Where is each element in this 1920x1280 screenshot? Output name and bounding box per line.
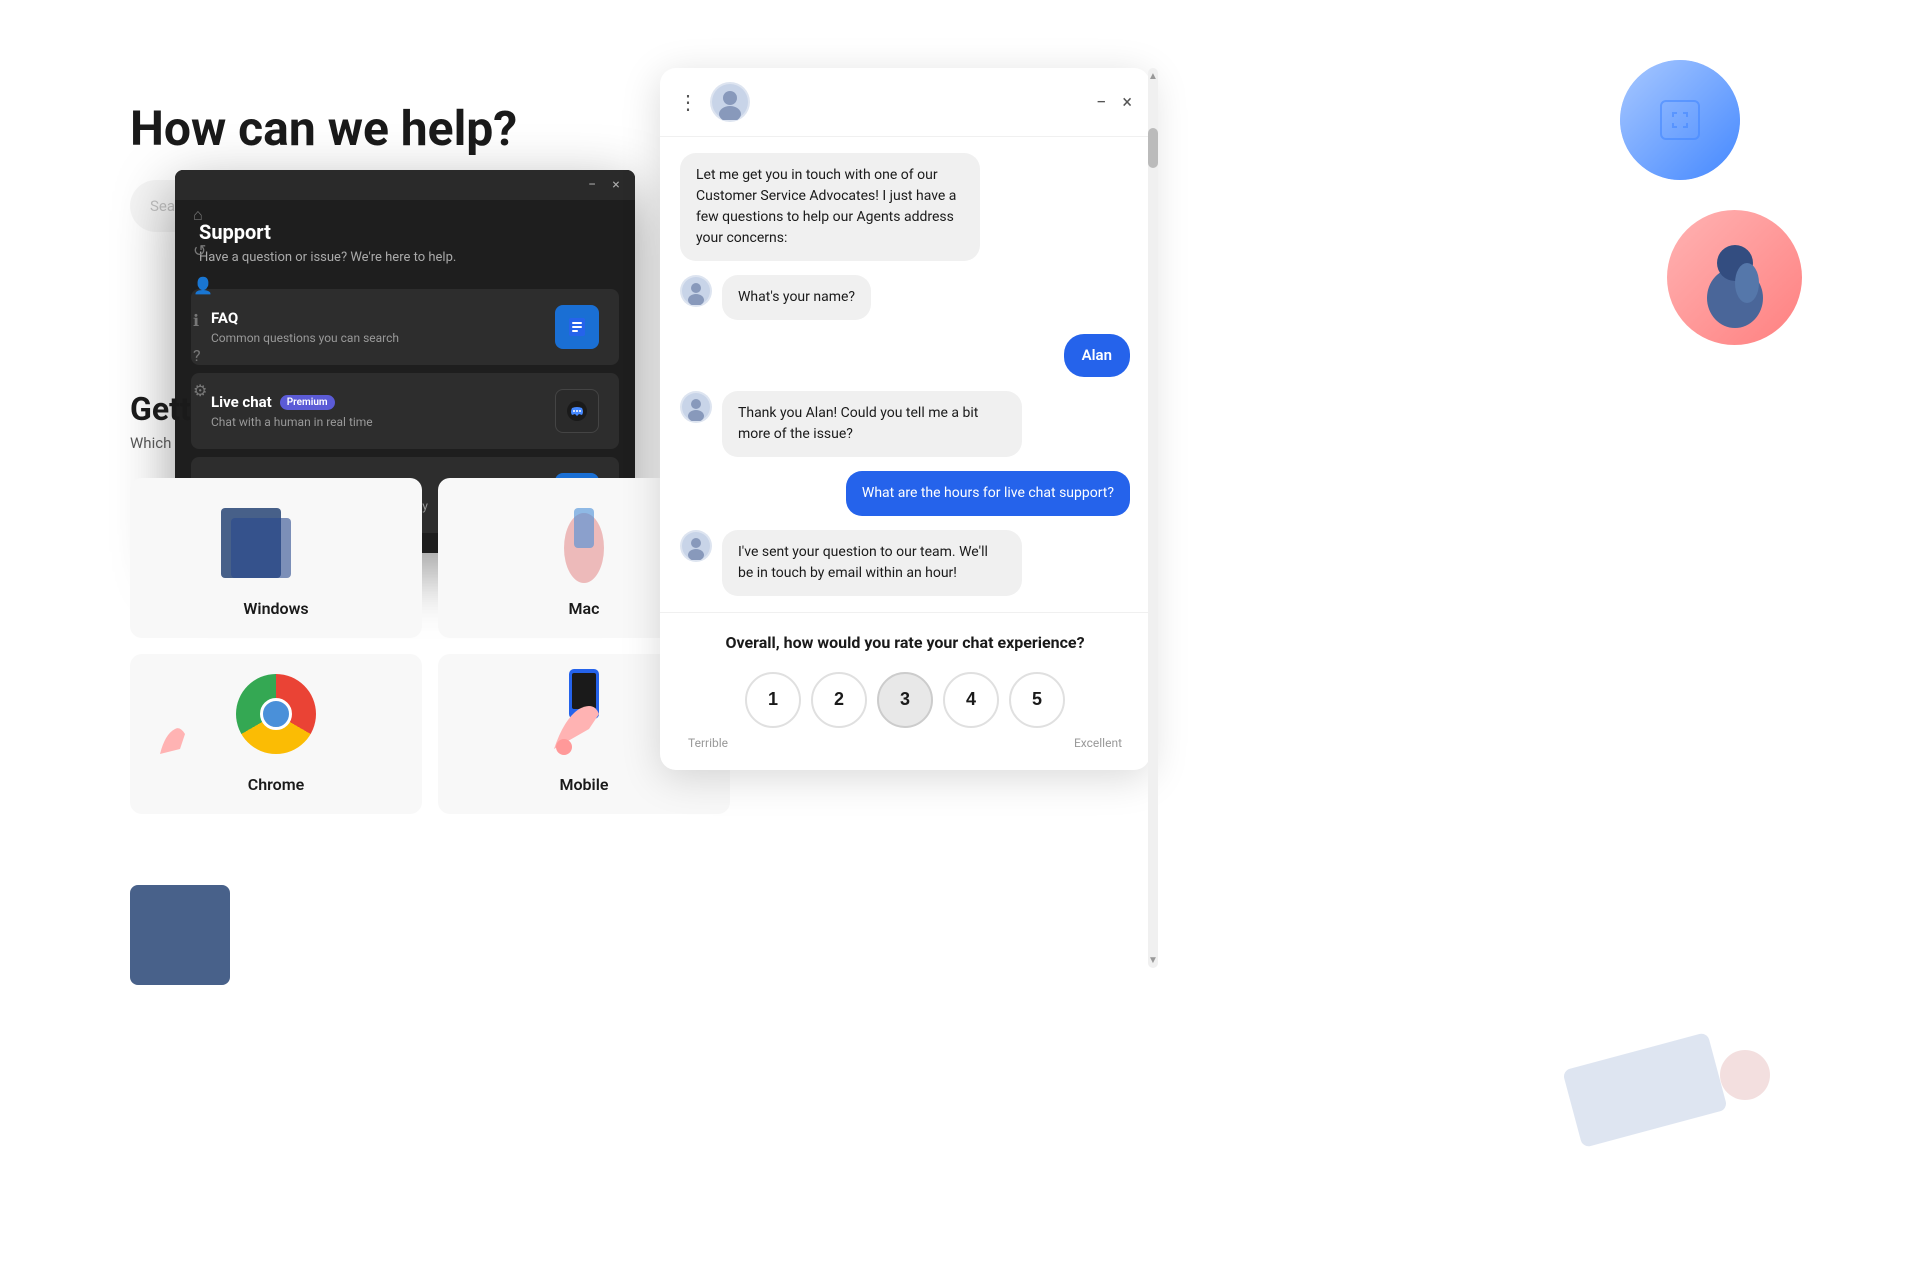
chat-message-1: Let me get you in touch with one of our … xyxy=(680,153,1130,261)
rating-label-high: Excellent xyxy=(1074,736,1122,750)
nav-profile-icon[interactable]: 👤 xyxy=(193,276,217,295)
chat-scrollbar-track: ▲ ▼ xyxy=(1148,68,1158,968)
popup-close-btn[interactable]: × xyxy=(609,178,623,192)
chat-bubble-5: What are the hours for live chat support… xyxy=(846,471,1130,516)
rating-btn-4[interactable]: 4 xyxy=(943,672,999,728)
nav-home-icon[interactable]: ⌂ xyxy=(193,205,217,225)
get-started-title: Gett xyxy=(130,390,730,428)
chat-message-4: Thank you Alan! Could you tell me a bit … xyxy=(680,391,1130,457)
rating-labels: Terrible Excellent xyxy=(680,736,1130,750)
popup-title: Support xyxy=(199,220,611,244)
windows-label: Windows xyxy=(243,599,308,618)
chat-titlebar-left: ⋮ xyxy=(678,82,750,122)
rating-buttons: 1 2 3 4 5 xyxy=(680,672,1130,728)
chat-message-5: What are the hours for live chat support… xyxy=(680,471,1130,516)
chat-bubble-3: Alan xyxy=(1064,334,1130,377)
rating-btn-2[interactable]: 2 xyxy=(811,672,867,728)
chat-agent-avatar xyxy=(710,82,750,122)
rating-question: Overall, how would you rate your chat ex… xyxy=(680,633,1130,652)
nav-help-icon[interactable]: ? xyxy=(193,346,217,365)
mobile-label: Mobile xyxy=(560,775,609,794)
chat-minimize-btn[interactable]: − xyxy=(1096,92,1106,113)
rating-btn-3[interactable]: 3 xyxy=(877,672,933,728)
download-card-windows[interactable]: Windows xyxy=(130,478,422,638)
scrollbar-down-arrow[interactable]: ▼ xyxy=(1148,952,1158,968)
chat-scrollbar-thumb[interactable] xyxy=(1148,128,1158,168)
popup-item-faq[interactable]: FAQ Common questions you can search xyxy=(191,289,619,365)
scrollbar-up-arrow[interactable]: ▲ xyxy=(1148,68,1158,84)
sidebar-nav: ⌂ ↺ 👤 ℹ ? ⚙ xyxy=(193,205,217,400)
faq-desc: Common questions you can search xyxy=(211,331,399,345)
download-card-chrome[interactable]: Chrome xyxy=(130,654,422,814)
deco-blue-box xyxy=(130,885,230,985)
deco-shape-bottom-right xyxy=(1562,1032,1728,1148)
nav-back-icon[interactable]: ↺ xyxy=(193,241,217,260)
chat-message-3: Alan xyxy=(680,334,1130,377)
chat-bubble-2: What's your name? xyxy=(722,275,871,320)
chat-message-6: I've sent your question to our team. We'… xyxy=(680,530,1130,596)
chat-window: ⋮ − × Let me get you in touch with one o… xyxy=(660,68,1150,770)
chat-bubble-1: Let me get you in touch with one of our … xyxy=(680,153,980,261)
chat-messages: Let me get you in touch with one of our … xyxy=(660,137,1150,612)
chat-bubble-6: I've sent your question to our team. We'… xyxy=(722,530,1022,596)
chat-menu-icon[interactable]: ⋮ xyxy=(678,90,698,114)
chat-agent-avatar-sm-2 xyxy=(680,391,712,423)
nav-info-icon[interactable]: ℹ xyxy=(193,311,217,330)
chat-rating-section: Overall, how would you rate your chat ex… xyxy=(660,612,1150,770)
rating-btn-5[interactable]: 5 xyxy=(1009,672,1065,728)
scan-icon xyxy=(1660,100,1700,140)
get-started-subtitle: Which xyxy=(130,434,730,452)
popup-item-faq-left: FAQ Common questions you can search xyxy=(211,309,399,345)
chrome-label: Chrome xyxy=(248,775,305,794)
faq-icon xyxy=(555,305,599,349)
download-grid: Windows Mac xyxy=(130,478,730,814)
rating-label-low: Terrible xyxy=(688,736,728,750)
popup-minimize-btn[interactable]: − xyxy=(585,178,599,192)
chat-titlebar-right: − × xyxy=(1096,92,1132,113)
deco-circle-bottom-right xyxy=(1720,1050,1770,1100)
popup-subtitle: Have a question or issue? We're here to … xyxy=(199,250,611,265)
rating-btn-1[interactable]: 1 xyxy=(745,672,801,728)
popup-header: Support Have a question or issue? We're … xyxy=(175,200,635,281)
bg-circle-pink xyxy=(1667,210,1802,345)
popup-titlebar: − × xyxy=(175,170,635,200)
chat-bubble-4: Thank you Alan! Could you tell me a bit … xyxy=(722,391,1022,457)
chat-close-btn[interactable]: × xyxy=(1122,92,1132,113)
chat-titlebar: ⋮ − × xyxy=(660,68,1150,137)
nav-settings-icon[interactable]: ⚙ xyxy=(193,381,217,400)
download-section: Gett Which Windows Mac xyxy=(130,390,730,814)
chat-agent-avatar-sm xyxy=(680,275,712,307)
chat-agent-avatar-sm-3 xyxy=(680,530,712,562)
mac-label: Mac xyxy=(569,599,600,618)
chat-message-2: What's your name? xyxy=(680,275,1130,320)
